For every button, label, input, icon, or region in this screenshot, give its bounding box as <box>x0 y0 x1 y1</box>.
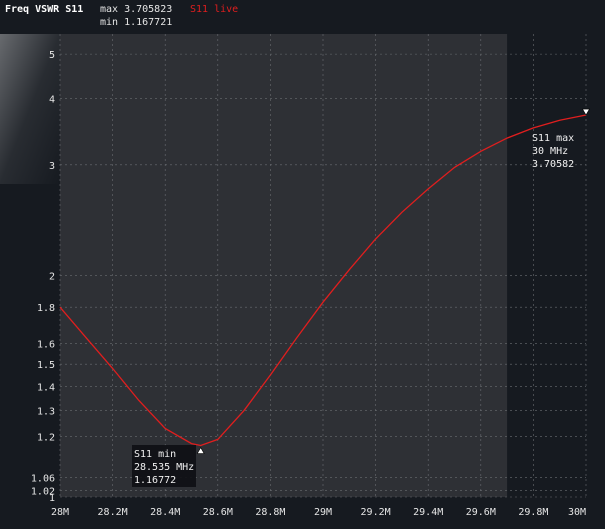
min-marker-annotation: S11 min 28.535 MHz 1.16772 <box>132 445 196 487</box>
y-tick-label: 1.2 <box>37 433 55 444</box>
x-tick-label: 29.8M <box>518 507 548 518</box>
y-tick-label: 1.02 <box>31 486 55 497</box>
x-tick-label: 28.2M <box>98 507 128 518</box>
x-tick-label: 28.8M <box>255 507 285 518</box>
x-tick-label: 29.4M <box>413 507 443 518</box>
y-tick-label: 1.3 <box>37 406 55 417</box>
min-annotation-frequency: 28.535 MHz <box>134 462 194 473</box>
highlight-band <box>60 34 508 497</box>
y-tick-label: 1.8 <box>37 303 55 314</box>
y-tick-label: 2 <box>49 272 55 283</box>
x-tick-label: 29.6M <box>466 507 496 518</box>
min-annotation-value: 1.16772 <box>134 475 176 486</box>
y-tick-label: 1.6 <box>37 340 55 351</box>
x-tick-label: 28.6M <box>203 507 233 518</box>
y-tick-label: 1.06 <box>31 474 55 485</box>
max-annotation-value: 3.70582 <box>532 159 574 170</box>
x-axis-ticks: 28M 28.2M 28.4M 28.6M 28.8M 29M 29.2M 29.4M 29.6… <box>51 507 586 518</box>
y-tick-label: 5 <box>49 50 55 61</box>
min-annotation-label: S11 min <box>134 449 176 460</box>
y-tick-label: 3 <box>49 161 55 172</box>
x-tick-label: 30M <box>568 507 586 518</box>
vswr-chart[interactable]: 11.021.061.21.31.41.51.61.82345 28M 28.2M… <box>0 0 605 529</box>
max-annotation-label: S11 max <box>532 133 574 144</box>
x-tick-label: 29.2M <box>361 507 391 518</box>
max-marker-icon[interactable] <box>581 108 591 116</box>
max-marker-annotation: S11 max 30 MHz 3.70582 <box>532 133 574 170</box>
x-tick-label: 28M <box>51 507 69 518</box>
y-tick-label: 1.5 <box>37 360 55 371</box>
x-tick-label: 29M <box>314 507 332 518</box>
y-tick-label: 1.4 <box>37 382 55 393</box>
max-annotation-frequency: 30 MHz <box>532 146 568 157</box>
y-tick-label: 4 <box>49 94 55 105</box>
x-tick-label: 28.4M <box>150 507 180 518</box>
